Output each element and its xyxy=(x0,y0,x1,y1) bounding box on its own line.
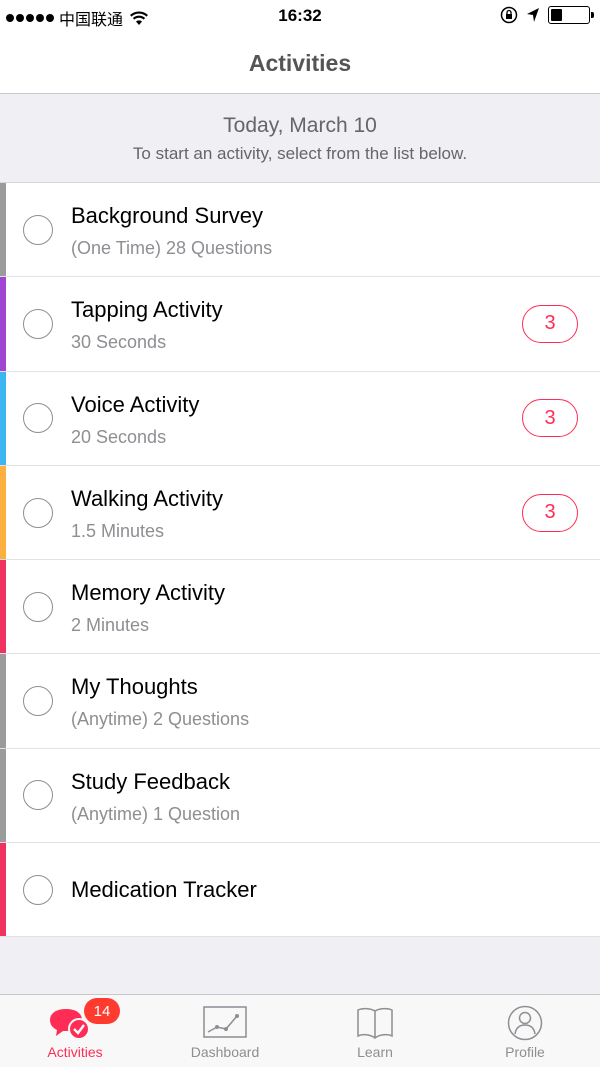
tab-label: Learn xyxy=(357,1044,393,1060)
activity-count-badge: 3 xyxy=(522,493,578,532)
activity-title: Voice Activity xyxy=(71,391,200,417)
activity-row[interactable]: Memory Activity 2 Minutes xyxy=(0,560,600,655)
activity-title: Walking Activity xyxy=(71,485,224,511)
activity-color-bar xyxy=(0,183,6,277)
tab-label: Activities xyxy=(47,1044,103,1060)
activity-subtitle: (One Time) 28 Questions xyxy=(71,238,273,258)
completion-circle-icon[interactable] xyxy=(23,497,53,528)
book-icon xyxy=(356,1005,394,1041)
completion-circle-icon[interactable] xyxy=(23,780,53,811)
status-bar: 中国联通 16:32 xyxy=(0,0,600,34)
activity-title: Medication Tracker xyxy=(71,877,257,903)
chart-icon xyxy=(203,1005,247,1041)
navigation-bar: Activities xyxy=(0,34,600,94)
tab-activities[interactable]: Activities 14 xyxy=(0,995,150,1067)
activity-row[interactable]: My Thoughts (Anytime) 2 Questions xyxy=(0,654,600,749)
activity-title: Tapping Activity xyxy=(71,297,223,323)
activity-color-bar xyxy=(0,371,6,465)
tab-label: Dashboard xyxy=(190,1044,260,1060)
page-title: Activities xyxy=(248,50,352,76)
battery-icon xyxy=(548,6,594,24)
date-label: Today, March 10 xyxy=(223,114,377,137)
person-icon xyxy=(507,1005,543,1041)
orientation-lock-icon xyxy=(500,6,518,24)
completion-circle-icon[interactable] xyxy=(23,403,53,434)
date-header: Today, March 10 To start an activity, se… xyxy=(0,95,600,183)
activity-title: Background Survey xyxy=(71,203,263,228)
activity-title: My Thoughts xyxy=(71,674,198,700)
notification-badge: 14 xyxy=(84,998,120,1024)
activity-subtitle: 2 Minutes xyxy=(71,615,150,636)
completion-circle-icon[interactable] xyxy=(23,591,53,622)
status-right xyxy=(500,6,594,24)
tab-label: Profile xyxy=(505,1044,545,1060)
tab-bar: Activities 14 Dashboard Learn Profile xyxy=(0,994,600,1067)
completion-circle-icon[interactable] xyxy=(23,686,53,717)
activity-color-bar xyxy=(0,654,6,748)
activity-subtitle: 30 Seconds xyxy=(71,332,167,353)
completion-circle-icon[interactable] xyxy=(23,214,53,245)
activity-row[interactable]: Study Feedback (Anytime) 1 Question xyxy=(0,748,600,844)
activity-count-badge: 3 xyxy=(522,399,578,438)
activity-color-bar xyxy=(0,277,6,371)
activity-title: Memory Activity xyxy=(71,580,226,606)
activity-row[interactable]: Tapping Activity 30 Seconds 3 xyxy=(0,277,600,372)
completion-circle-icon[interactable] xyxy=(23,308,53,339)
activity-list: Background Survey (One Time) 28 Questions… xyxy=(0,183,600,938)
activity-row[interactable]: Background Survey (One Time) 28 Questions xyxy=(0,183,600,278)
activity-subtitle: 20 Seconds xyxy=(71,426,167,447)
completion-circle-icon[interactable] xyxy=(23,874,53,905)
tab-dashboard[interactable]: Dashboard xyxy=(150,995,300,1067)
activity-row[interactable]: Voice Activity 20 Seconds 3 xyxy=(0,371,600,466)
activity-subtitle: 1.5 Minutes xyxy=(71,520,165,541)
activity-title: Study Feedback xyxy=(71,768,230,794)
activity-color-bar xyxy=(0,748,6,843)
location-arrow-icon xyxy=(527,8,539,22)
activity-count-badge: 3 xyxy=(522,304,578,343)
instructions-label: To start an activity, select from the li… xyxy=(132,144,468,163)
activity-color-bar xyxy=(0,560,6,654)
tab-profile[interactable]: Profile xyxy=(450,995,600,1067)
activity-color-bar xyxy=(0,843,6,937)
activity-color-bar xyxy=(0,465,6,560)
activity-row[interactable]: Walking Activity 1.5 Minutes 3 xyxy=(0,465,600,561)
activity-subtitle: (Anytime) 2 Questions xyxy=(71,709,250,730)
activity-subtitle: (Anytime) 1 Question xyxy=(71,803,241,824)
battery-level xyxy=(551,9,562,21)
tab-learn[interactable]: Learn xyxy=(300,995,450,1067)
activity-row[interactable]: Medication Tracker xyxy=(0,843,600,938)
